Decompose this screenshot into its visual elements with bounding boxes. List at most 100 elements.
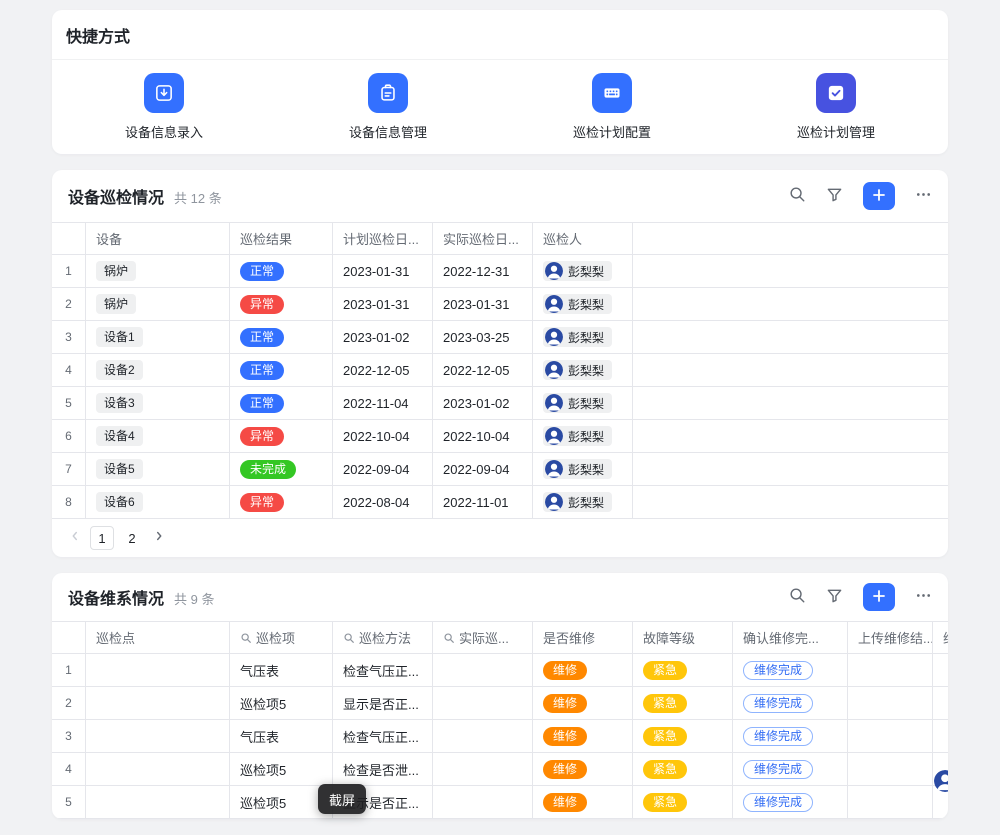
table-row[interactable]: 8 设备6 异常 2022-08-04 2022-11-01 彭梨梨	[52, 486, 948, 519]
cell-upload[interactable]	[848, 753, 933, 785]
cell-device[interactable]: 设备3	[86, 387, 230, 419]
header-upload[interactable]: 上传维修结...	[848, 622, 933, 653]
cell-actual[interactable]	[433, 687, 533, 719]
cell-planned-date[interactable]: 2022-11-04	[333, 387, 433, 419]
cell-extra[interactable]	[933, 654, 948, 686]
cell-planned-date[interactable]: 2023-01-31	[333, 288, 433, 320]
header-item[interactable]: 巡检项	[230, 622, 333, 653]
cell-actual-date[interactable]: 2023-01-31	[433, 288, 533, 320]
cell-device[interactable]: 锅炉	[86, 288, 230, 320]
cell-result[interactable]: 未完成	[230, 453, 333, 485]
table-row[interactable]: 2 锅炉 异常 2023-01-31 2023-01-31 彭梨梨	[52, 288, 948, 321]
cell-device[interactable]: 设备4	[86, 420, 230, 452]
header-method[interactable]: 巡检方法	[333, 622, 433, 653]
cell-result[interactable]: 异常	[230, 486, 333, 518]
cell-confirm[interactable]: 维修完成	[733, 786, 848, 818]
header-inspector[interactable]: 巡检人	[533, 223, 633, 254]
cell-upload[interactable]	[848, 687, 933, 719]
cell-result[interactable]: 正常	[230, 387, 333, 419]
shortcut-plan-manage[interactable]: 巡检计划管理	[724, 73, 948, 141]
cell-inspector[interactable]: 彭梨梨	[533, 288, 633, 320]
next-page-button[interactable]	[150, 529, 168, 548]
cell-confirm[interactable]: 维修完成	[733, 654, 848, 686]
cell-method[interactable]: 检查气压正...	[333, 654, 433, 686]
cell-point[interactable]	[86, 687, 230, 719]
header-actual-date[interactable]: 实际巡检日...	[433, 223, 533, 254]
cell-item[interactable]: 气压表	[230, 720, 333, 752]
more-button[interactable]	[915, 587, 932, 607]
header-planned-date[interactable]: 计划巡检日...	[333, 223, 433, 254]
cell-inspector[interactable]: 彭梨梨	[533, 354, 633, 386]
cell-item[interactable]: 巡检项5	[230, 753, 333, 785]
cell-device[interactable]: 设备2	[86, 354, 230, 386]
cell-result[interactable]: 正常	[230, 255, 333, 287]
page-button-1[interactable]: 1	[90, 526, 114, 550]
shortcut-device-manage[interactable]: 设备信息管理	[276, 73, 500, 141]
cell-upload[interactable]	[848, 654, 933, 686]
header-confirm[interactable]: 确认维修完...	[733, 622, 848, 653]
page-button-2[interactable]: 2	[120, 526, 144, 550]
cell-item[interactable]: 巡检项5	[230, 687, 333, 719]
cell-inspector[interactable]: 彭梨梨	[533, 420, 633, 452]
cell-level[interactable]: 紧急	[633, 786, 733, 818]
cell-planned-date[interactable]: 2022-09-04	[333, 453, 433, 485]
cell-level[interactable]: 紧急	[633, 687, 733, 719]
cell-planned-date[interactable]: 2023-01-31	[333, 255, 433, 287]
header-extra[interactable]: 维...	[933, 622, 948, 653]
table-row[interactable]: 6 设备4 异常 2022-10-04 2022-10-04 彭梨梨	[52, 420, 948, 453]
header-repair[interactable]: 是否维修	[533, 622, 633, 653]
cell-extra[interactable]	[933, 720, 948, 752]
cell-device[interactable]: 设备6	[86, 486, 230, 518]
cell-point[interactable]	[86, 753, 230, 785]
cell-actual-date[interactable]: 2022-12-31	[433, 255, 533, 287]
header-level[interactable]: 故障等级	[633, 622, 733, 653]
cell-point[interactable]	[86, 720, 230, 752]
cell-inspector[interactable]: 彭梨梨	[533, 255, 633, 287]
header-device[interactable]: 设备	[86, 223, 230, 254]
cell-actual[interactable]	[433, 753, 533, 785]
cell-point[interactable]	[86, 654, 230, 686]
cell-repair[interactable]: 维修	[533, 687, 633, 719]
cell-inspector[interactable]: 彭梨梨	[533, 453, 633, 485]
cell-repair[interactable]: 维修	[533, 720, 633, 752]
search-button[interactable]	[789, 587, 806, 607]
prev-page-button[interactable]	[66, 529, 84, 548]
filter-button[interactable]	[826, 587, 843, 607]
cell-level[interactable]: 紧急	[633, 753, 733, 785]
cell-method[interactable]: 检查气压正...	[333, 720, 433, 752]
table-row[interactable]: 5 巡检项5 显示是否正... 维修 紧急 维修完成	[52, 786, 948, 819]
cell-device[interactable]: 设备1	[86, 321, 230, 353]
cell-upload[interactable]	[848, 786, 933, 818]
cell-confirm[interactable]: 维修完成	[733, 753, 848, 785]
table-row[interactable]: 4 巡检项5 检查是否泄... 维修 紧急 维修完成	[52, 753, 948, 786]
cell-planned-date[interactable]: 2022-10-04	[333, 420, 433, 452]
add-record-button[interactable]	[863, 583, 895, 611]
cell-actual-date[interactable]: 2022-10-04	[433, 420, 533, 452]
header-result[interactable]: 巡检结果	[230, 223, 333, 254]
cell-point[interactable]	[86, 786, 230, 818]
cell-planned-date[interactable]: 2023-01-02	[333, 321, 433, 353]
search-button[interactable]	[789, 186, 806, 206]
cell-result[interactable]: 正常	[230, 354, 333, 386]
cell-extra[interactable]	[933, 687, 948, 719]
cell-method[interactable]: 检查是否泄...	[333, 753, 433, 785]
table-row[interactable]: 1 锅炉 正常 2023-01-31 2022-12-31 彭梨梨	[52, 255, 948, 288]
cell-repair[interactable]: 维修	[533, 786, 633, 818]
cell-actual-date[interactable]: 2023-03-25	[433, 321, 533, 353]
cell-confirm[interactable]: 维修完成	[733, 720, 848, 752]
add-record-button[interactable]	[863, 182, 895, 210]
table-row[interactable]: 3 设备1 正常 2023-01-02 2023-03-25 彭梨梨	[52, 321, 948, 354]
table-row[interactable]: 5 设备3 正常 2022-11-04 2023-01-02 彭梨梨	[52, 387, 948, 420]
cell-device[interactable]: 锅炉	[86, 255, 230, 287]
cell-actual[interactable]	[433, 720, 533, 752]
cell-actual-date[interactable]: 2022-11-01	[433, 486, 533, 518]
cell-method[interactable]: 显示是否正...	[333, 687, 433, 719]
cell-repair[interactable]: 维修	[533, 654, 633, 686]
cell-upload[interactable]	[848, 720, 933, 752]
cell-item[interactable]: 气压表	[230, 654, 333, 686]
cell-inspector[interactable]: 彭梨梨	[533, 387, 633, 419]
shortcut-device-entry[interactable]: 设备信息录入	[52, 73, 276, 141]
cell-actual[interactable]	[433, 654, 533, 686]
cell-repair[interactable]: 维修	[533, 753, 633, 785]
cell-result[interactable]: 异常	[230, 420, 333, 452]
